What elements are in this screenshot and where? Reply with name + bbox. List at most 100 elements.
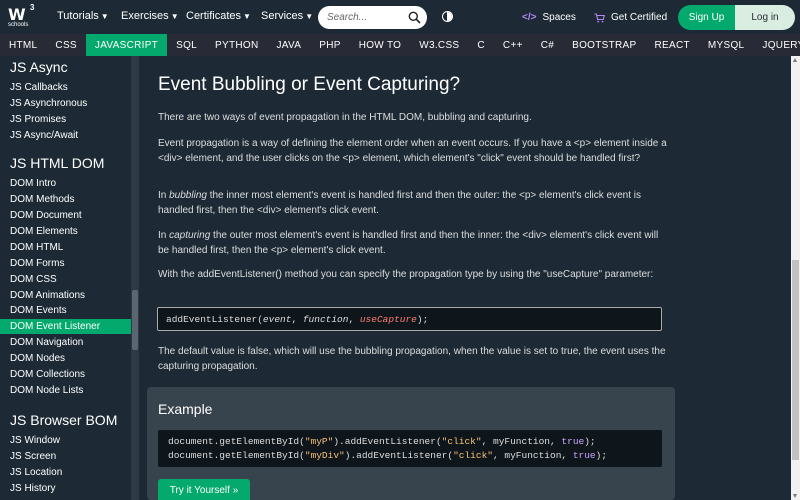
sidebar-item-dom-collections[interactable]: DOM Collections [0,367,131,382]
code-text: document.getElementById( [168,450,305,461]
cart-icon [594,12,605,22]
sidebar-item-dom-nodes[interactable]: DOM Nodes [0,351,131,366]
services-menu[interactable]: Services ▼ [261,10,313,22]
nav-item-sql[interactable]: SQL [167,34,206,56]
spaces-label: Spaces [542,12,576,23]
code-text: , myFunction, [493,450,573,461]
chevron-down-icon: ▼ [100,11,109,21]
sidebar-item-dom-animations[interactable]: DOM Animations [0,288,131,303]
sidebar-item-js-location[interactable]: JS Location [0,465,131,480]
nav-item-php[interactable]: PHP [310,34,349,56]
exercises-label: Exercises [121,10,169,22]
syntax-code-box: addEventListener(event, function, useCap… [157,307,662,331]
sidebar-item-dom-document[interactable]: DOM Document [0,208,131,223]
sidebar-item-dom-node-lists[interactable]: DOM Node Lists [0,383,131,398]
nav-item-css[interactable]: CSS [46,34,85,56]
sidebar-heading-js-html-dom: JS HTML DOM [10,155,105,171]
search-input[interactable] [327,10,405,25]
right-panel [685,56,791,500]
nav-item-jquery[interactable]: JQUERY [753,34,800,56]
paragraph-propagation: Event propagation is a way of defining t… [158,138,667,164]
sidebar-item-dom-methods[interactable]: DOM Methods [0,192,131,207]
example-code: document.getElementById( "myP").addEventL… [158,430,662,467]
search-box [318,6,427,29]
get-certified-link[interactable]: Get Certified [594,12,667,23]
sidebar: JS Async JS Callbacks JS Asynchronous JS Pr… [0,56,131,500]
nav-item-c[interactable]: C [468,34,494,56]
paragraph-capturing: In capturing the outer most element's ev… [158,228,668,258]
sidebar-item-js-promises[interactable]: JS Promises [0,112,131,127]
paragraph-intro: There are two ways of event propagation … [158,112,532,123]
certificates-menu[interactable]: Certificates ▼ [186,10,251,22]
tutorials-menu[interactable]: Tutorials ▼ [57,10,109,22]
page-scrollbar[interactable] [791,56,800,500]
code-string: "myP" [304,436,334,447]
code-text: ); [595,450,608,461]
scroll-down-arrow-icon[interactable] [793,494,797,498]
nav-item-bootstrap[interactable]: BOOTSTRAP [563,34,645,56]
code-text: ); [584,436,596,447]
auth-buttons: Sign Up Log in [678,5,795,30]
chevron-down-icon: ▼ [170,11,179,21]
search-icon[interactable] [408,11,421,24]
page-scrollbar-thumb[interactable] [792,260,799,460]
sidebar-item-js-window[interactable]: JS Window [0,433,131,448]
nav-item-react[interactable]: REACT [646,34,699,56]
chevron-down-icon: ▼ [305,11,314,21]
exercises-menu[interactable]: Exercises ▼ [121,10,179,22]
text: the outer most element's event is handle… [158,230,659,256]
sidebar-heading-js-browser-bom: JS Browser BOM [10,412,118,428]
language-navigation: HTML CSS JAVASCRIPT SQL PYTHON JAVA PHP HOW TO W… [0,34,800,56]
sidebar-item-js-callbacks[interactable]: JS Callbacks [0,80,131,95]
scroll-up-arrow-icon[interactable] [793,58,797,62]
sidebar-item-dom-html[interactable]: DOM HTML [0,240,131,255]
paragraph-bubbling: In bubbling the inner most element's eve… [158,188,668,218]
code-text: , myFunction, [481,436,562,447]
code-string: "click" [441,436,482,447]
sidebar-item-dom-elements[interactable]: DOM Elements [0,224,131,239]
paragraph-default: The default value is false, which will u… [158,346,666,372]
code-icon: </> [522,12,537,23]
nav-item-html[interactable]: HTML [0,34,46,56]
dark-mode-toggle-icon[interactable] [442,11,453,22]
sidebar-item-js-asynchronous[interactable]: JS Asynchronous [0,96,131,111]
spaces-link[interactable]: </> Spaces [522,12,576,23]
code-arg: event [262,314,292,325]
nav-item-javascript[interactable]: JAVASCRIPT [85,34,168,56]
text-emphasis: capturing [169,230,211,241]
sidebar-heading-js-async: JS Async [10,59,68,75]
logo-sup: 3 [30,3,35,12]
nav-item-how-to[interactable]: HOW TO [350,34,411,56]
top-navigation: W 3 schools Tutorials ▼ Exercises ▼ Certif… [0,0,800,34]
sidebar-scrollbar[interactable] [131,56,139,500]
try-it-yourself-button[interactable]: Try it Yourself » [158,479,250,500]
sidebar-item-dom-css[interactable]: DOM CSS [0,272,131,287]
code-line: document.getElementById("myDiv").addEven… [168,449,652,463]
code-text: addEventListener( [166,314,263,325]
nav-item-c-[interactable]: C++ [494,34,532,56]
nav-item-java[interactable]: JAVA [268,34,311,56]
nav-item-c-[interactable]: C# [532,34,563,56]
sidebar-item-js-async-await[interactable]: JS Async/Await [0,128,131,143]
code-text: ).addEventListener( [333,436,442,447]
sidebar-item-js-history[interactable]: JS History [0,481,131,496]
sign-up-button[interactable]: Sign Up [678,5,735,30]
sidebar-scrollbar-thumb[interactable] [132,290,138,350]
paragraph-usecapture: With the addEventListener() method you c… [158,269,654,280]
sidebar-item-dom-forms[interactable]: DOM Forms [0,256,131,271]
sidebar-item-dom-navigation[interactable]: DOM Navigation [0,335,131,350]
w3schools-logo[interactable]: W 3 schools [8,3,38,31]
text: In [158,230,170,241]
sidebar-item-dom-events[interactable]: DOM Events [0,303,131,318]
sidebar-item-dom-event-listener[interactable]: DOM Event Listener [0,319,131,335]
nav-item-w3-css[interactable]: W3.CSS [410,34,468,56]
sidebar-item-js-screen[interactable]: JS Screen [0,449,131,464]
log-in-button[interactable]: Log in [735,5,795,30]
code-keyword: true [561,436,585,447]
logo-sub: schools [8,22,29,28]
nav-item-mysql[interactable]: MYSQL [699,34,754,56]
sidebar-item-dom-intro[interactable]: DOM Intro [0,176,131,191]
nav-item-python[interactable]: PYTHON [206,34,267,56]
code-arg: function [302,314,349,325]
get-certified-label: Get Certified [611,12,668,23]
